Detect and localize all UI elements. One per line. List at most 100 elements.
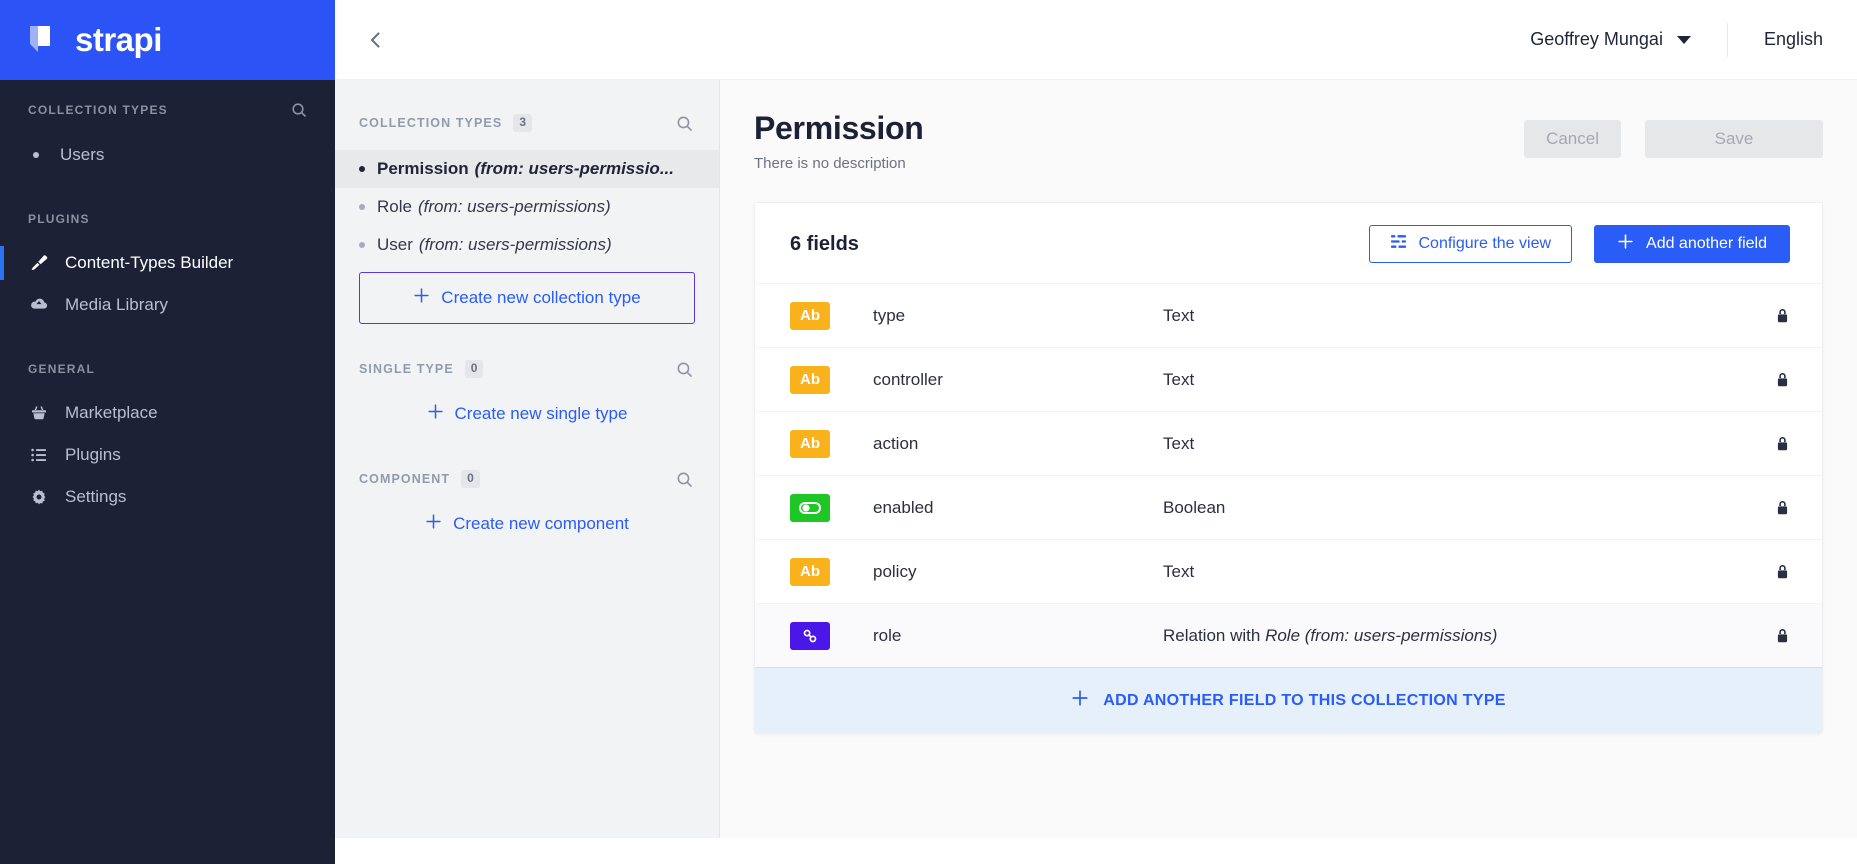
field-type: Text (1163, 370, 1775, 390)
create-new-component-label: Create new component (453, 514, 629, 533)
field-name: controller (873, 369, 943, 389)
cloud-upload-icon (28, 296, 50, 314)
chevron-down-icon (1676, 35, 1691, 44)
sidebar-item-media-library[interactable]: Media Library (0, 284, 335, 326)
add-another-field-banner[interactable]: ADD ANOTHER FIELD TO THIS COLLECTION TYP… (755, 667, 1822, 733)
sidebar-section-collection-types: COLLECTION TYPES Users (0, 102, 335, 176)
collection-type-name: User (377, 235, 413, 254)
field-type-text: Text (1163, 433, 1195, 453)
sidebar-item-label: Plugins (65, 445, 121, 464)
sidebar-item-label: Media Library (65, 295, 168, 314)
bottom-strip (335, 838, 1857, 864)
plus-icon (427, 403, 444, 425)
list-item[interactable]: User (from: users-permissions) (335, 226, 719, 264)
panel-section-single-type: SINGLE TYPE 0 Create new single type (335, 354, 719, 434)
list-item[interactable]: Permission (from: users-permissio... (335, 150, 719, 188)
sidebar-item-users[interactable]: Users (0, 134, 335, 176)
layout-list-icon (1390, 233, 1407, 255)
sidebar-section-label: PLUGINS (28, 212, 90, 226)
bullet-dot-icon (359, 204, 365, 210)
text-field-icon: Ab (790, 429, 830, 458)
sidebar-item-plugins[interactable]: Plugins (0, 434, 335, 476)
field-tag-label: Ab (800, 435, 820, 452)
relation-link-icon (790, 621, 830, 650)
create-new-collection-type-button[interactable]: Create new collection type (359, 272, 695, 324)
cancel-button[interactable]: Cancel (1524, 120, 1621, 158)
field-name: action (873, 433, 919, 453)
fields-count-title: 6 fields (790, 232, 859, 255)
content-type-panel: COLLECTION TYPES 3 Permission (from: user… (335, 0, 720, 864)
field-tag-label: Ab (800, 371, 820, 388)
configure-the-view-button[interactable]: Configure the view (1368, 225, 1573, 263)
sidebar-collection-items: Users (0, 134, 335, 176)
brand-header[interactable]: strapi (0, 0, 335, 80)
panel-section-header: COMPONENT 0 (335, 464, 719, 494)
field-tag-label: Ab (800, 563, 820, 580)
bullet-dot-icon (359, 166, 365, 172)
sidebar-item-content-types-builder[interactable]: Content-Types Builder (0, 242, 335, 284)
add-another-field-button[interactable]: Add another field (1594, 225, 1790, 263)
panel-section-title: SINGLE TYPE (359, 362, 454, 376)
paint-brush-icon (28, 254, 50, 272)
search-icon[interactable] (291, 102, 307, 118)
sidebar-item-label: Settings (65, 487, 127, 506)
brand-name: strapi (75, 21, 162, 58)
page-subtitle: There is no description (754, 155, 906, 172)
field-name: enabled (873, 497, 934, 517)
panel-section-title: COLLECTION TYPES (359, 116, 503, 130)
panel-section-component: COMPONENT 0 Create new component (335, 464, 719, 544)
panel-section-collection-types: COLLECTION TYPES 3 Permission (from: user… (335, 108, 719, 324)
collection-type-list: Permission (from: users-permissio... Role… (335, 150, 719, 264)
chevron-left-icon[interactable] (365, 29, 387, 51)
sidebar-general-items: Marketplace Plugins Settings (0, 392, 335, 518)
save-button[interactable]: Save (1645, 120, 1823, 158)
search-icon[interactable] (676, 115, 693, 132)
lock-icon (1775, 628, 1790, 644)
panel-section-count: 0 (464, 360, 484, 378)
search-icon[interactable] (676, 471, 693, 488)
configure-the-view-label: Configure the view (1418, 235, 1552, 252)
plus-icon (425, 513, 442, 535)
create-new-single-type-label: Create new single type (454, 404, 628, 423)
sidebar-item-marketplace[interactable]: Marketplace (0, 392, 335, 434)
language-selector[interactable]: English (1728, 29, 1823, 50)
page-header: Permission There is no description Cance… (754, 80, 1823, 172)
table-row[interactable]: Ab action Text (755, 411, 1822, 475)
page-header-actions: Cancel Save (1524, 110, 1823, 158)
plus-icon (1071, 689, 1089, 712)
user-name: Geoffrey Mungai (1530, 29, 1663, 49)
lock-icon (1775, 564, 1790, 580)
sidebar-item-settings[interactable]: Settings (0, 476, 335, 518)
text-field-icon: Ab (790, 557, 830, 586)
app-root: strapi COLLECTION TYPES Users PLUGINS Co… (0, 0, 1857, 864)
page-header-text: Permission There is no description (754, 110, 924, 172)
top-bar: Geoffrey Mungai English (720, 0, 1857, 80)
table-row[interactable]: Ab policy Text (755, 539, 1822, 603)
sidebar-section-general: GENERAL Marketplace Plugins Settings (0, 362, 335, 518)
field-name: policy (873, 561, 917, 581)
panel-body: COLLECTION TYPES 3 Permission (from: user… (335, 80, 720, 864)
page-title: Permission (754, 110, 924, 146)
gear-icon (28, 488, 50, 506)
table-row[interactable]: Ab type Text (755, 283, 1822, 347)
list-icon (28, 446, 50, 464)
list-item[interactable]: Role (from: users-permissions) (335, 188, 719, 226)
field-type-text: Boolean (1163, 497, 1226, 517)
table-row[interactable]: enabled Boolean (755, 475, 1822, 539)
sidebar-plugins-items: Content-Types Builder Media Library (0, 242, 335, 326)
field-type: Text (1163, 306, 1775, 326)
panel-top-bar (335, 0, 720, 80)
table-row[interactable]: Ab controller Text (755, 347, 1822, 411)
field-type: Relation with Role (from: users-permissi… (1163, 626, 1775, 646)
field-type-text: Text (1163, 369, 1195, 389)
lock-icon (1775, 308, 1790, 324)
create-new-single-type-button[interactable]: Create new single type (335, 394, 719, 434)
table-row[interactable]: role Relation with Role (from: users-per… (755, 603, 1822, 667)
search-icon[interactable] (676, 361, 693, 378)
create-new-component-button[interactable]: Create new component (335, 504, 719, 544)
strapi-logo-icon (26, 22, 62, 58)
user-menu[interactable]: Geoffrey Mungai (1530, 29, 1727, 50)
sidebar-section-label: GENERAL (28, 362, 96, 376)
plus-icon (413, 287, 430, 309)
field-type-text: Text (1163, 561, 1195, 581)
